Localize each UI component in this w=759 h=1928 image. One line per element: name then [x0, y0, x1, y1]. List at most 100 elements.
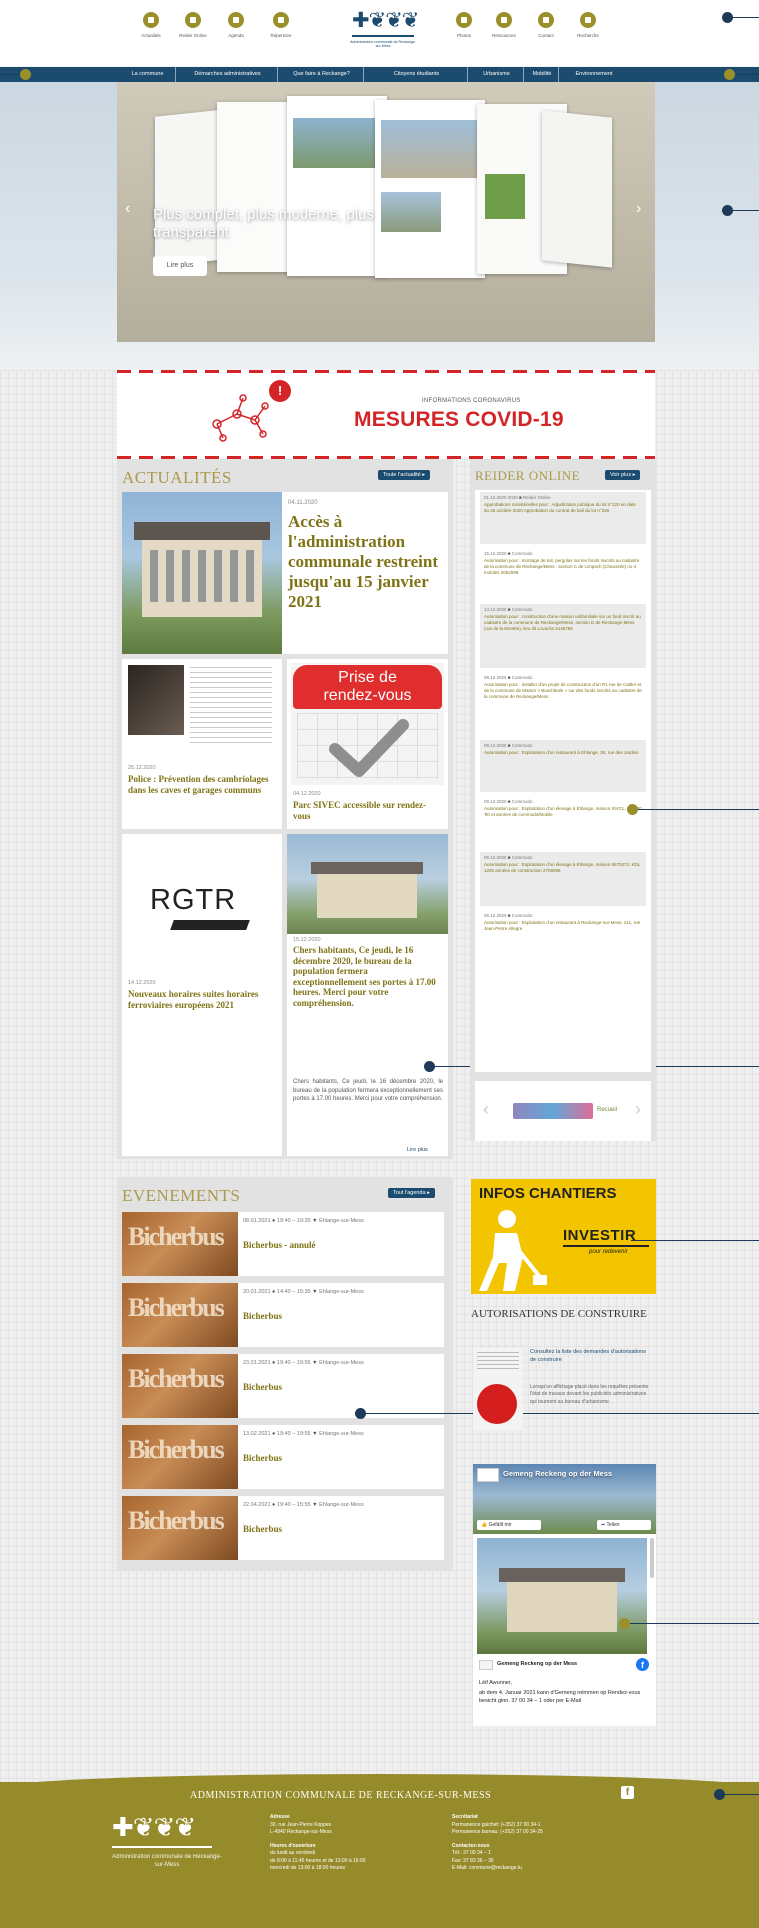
reider-item[interactable]: 06.12.2020 ■ Commodo Autorisation pour : … — [480, 910, 646, 970]
hero-slide: Plus complet, plus moderne, plus transpa… — [117, 82, 655, 342]
covid-kicker: INFORMATIONS CORONAVIRUS — [422, 398, 521, 404]
reider-item[interactable]: 09.12.2020 ■ Commodo Autorisation pour : … — [480, 740, 646, 792]
event-meta: 08.01.2021 ● 19:40 – 19:35 ▼ Ehlange-sur… — [243, 1218, 433, 1226]
reider-item[interactable]: 15.12.2020 ■ Commodo Autorisation pour : … — [480, 548, 646, 600]
reider-item-title[interactable]: Autorisation pour : montage de toit, per… — [484, 558, 642, 576]
header-nav-news[interactable]: Actualités — [135, 12, 167, 48]
news-all-button[interactable]: Toute l'actualité ▸ — [378, 470, 431, 480]
reider-item[interactable]: 09.12.2020 ■ Commodo Autorisation pour : … — [480, 796, 646, 848]
location-pin-icon: ▼ — [310, 1289, 320, 1295]
fb-scrollbar[interactable] — [650, 1538, 654, 1578]
header-nav-search[interactable]: Recherche — [572, 12, 604, 48]
news-card-title[interactable]: Parc SIVEC accessible sur rendez-vous — [293, 800, 443, 822]
nav-item[interactable]: La commune — [120, 67, 176, 82]
location-pin-icon: ▼ — [310, 1431, 320, 1437]
carousel-prev-icon[interactable]: ‹ — [483, 1099, 489, 1120]
event-title[interactable]: Bicherbus — [243, 1382, 282, 1392]
nav-item[interactable]: Que faire à Reckange? — [280, 67, 364, 82]
reider-item-title[interactable]: Autorisation pour : Exploitation d'un re… — [484, 750, 642, 756]
header-nav-reider[interactable]: Reider Online — [177, 12, 209, 48]
partner-carousel[interactable]: ‹ Recueil › — [475, 1081, 651, 1141]
news-featured-date: 04.11.2020 — [288, 500, 318, 506]
nav-item[interactable]: Environnement — [561, 67, 627, 82]
news-card-title[interactable]: Chers habitants, Ce jeudi, le 16 décembr… — [293, 945, 443, 1009]
news-card-title[interactable]: Nouveaux horaires suites horaires ferrov… — [128, 989, 278, 1011]
slider-prev-icon[interactable]: ‹ — [125, 200, 130, 218]
reider-heading: REIDER ONLINE — [475, 468, 581, 483]
autorisations-link[interactable]: Consultez la liste des demandes d'autori… — [530, 1349, 648, 1364]
event-card[interactable]: Bicherbus 22.04.2021 ● 19:40 – 15:55 ▼ Eh… — [122, 1496, 444, 1560]
hero-cta-button[interactable]: Lire plus — [153, 256, 207, 276]
event-card[interactable]: Bicherbus 23.01.2021 ● 19:40 – 19:55 ▼ Eh… — [122, 1354, 444, 1418]
reider-item-category: Commodo — [511, 855, 533, 860]
news-card[interactable]: RGTR 14.12.2020 Nouveaux horaires suites… — [122, 834, 282, 1156]
fb-page-name[interactable]: Gemeng Reckeng op der Mess — [503, 1469, 612, 1478]
rdv-badge-line2: rendez-vous — [323, 687, 412, 704]
fb-like-button[interactable]: 👍 Gefällt mir — [477, 1520, 541, 1530]
header-nav-directory[interactable]: Répertoire — [265, 12, 297, 48]
event-title[interactable]: Bicherbus - annulé — [243, 1240, 316, 1250]
logo-caption: Administration communale de Reckange-sur… — [350, 40, 416, 49]
news-card[interactable]: 25.12.2020 Police : Prévention des cambr… — [122, 659, 282, 829]
reider-item[interactable]: 01.12.2020 2020 ■ Reider Online Approbati… — [480, 492, 646, 544]
covid-banner[interactable]: ! INFORMATIONS CORONAVIRUS MESURES COVID… — [117, 370, 655, 459]
event-title[interactable]: Bicherbus — [243, 1524, 282, 1534]
news-card-title[interactable]: Police : Prévention des cambriolages dan… — [128, 774, 276, 796]
event-title[interactable]: Bicherbus — [243, 1311, 282, 1321]
chantiers-banner[interactable]: INFOS CHANTIERS INVESTIR pour redevenir — [471, 1179, 656, 1294]
annotation-line — [722, 1794, 759, 1795]
nav-item[interactable]: Citoyens étudiants — [366, 67, 468, 82]
header-nav-photo[interactable]: Photos — [448, 12, 480, 48]
contact-icon — [538, 12, 554, 28]
carousel-next-icon[interactable]: › — [635, 1099, 641, 1120]
event-title[interactable]: Bicherbus — [243, 1453, 282, 1463]
nav-item[interactable]: Mobilité — [526, 67, 559, 82]
reider-item-title[interactable]: Autorisation pour : Exploitation d'un él… — [484, 862, 642, 874]
reider-item-title[interactable]: Approbations ministérielles pour : Adjud… — [484, 502, 642, 514]
reider-item-title[interactable]: Autorisation pour : construction d'une m… — [484, 614, 642, 632]
nav-item[interactable]: Urbanisme — [470, 67, 524, 82]
events-all-button[interactable]: Tout l'agenda ▸ — [388, 1188, 435, 1198]
reider-item[interactable]: 06.12.2020 ■ Commodo Autorisation pour : … — [480, 852, 646, 906]
header-nav-contact[interactable]: Contact — [530, 12, 562, 48]
annotation-line — [630, 809, 759, 810]
footer-facebook-icon[interactable]: f — [621, 1786, 634, 1799]
header-nav-resources[interactable]: Ressources — [488, 12, 520, 48]
event-card[interactable]: Bicherbus 13.02.2021 ● 19:40 – 19:55 ▼ Eh… — [122, 1425, 444, 1489]
news-featured-card[interactable]: 04.11.2020 Accès à l'administration comm… — [122, 492, 448, 654]
footer-col1-line: L-4940 Reckange-sur-Mess — [270, 1829, 332, 1835]
reider-item-category: Commodo — [511, 607, 533, 612]
event-card[interactable]: Bicherbus 08.01.2021 ● 19:40 – 19:35 ▼ Eh… — [122, 1212, 444, 1276]
reider-item[interactable]: 09.12.2020 ■ Commodo Autorisation pour : … — [480, 672, 646, 736]
reider-item-title[interactable]: Autorisation pour : Exploitation d'un re… — [484, 920, 642, 932]
reider-item[interactable]: 14.12.2020 ■ Commodo Autorisation pour : … — [480, 604, 646, 668]
header-nav-label: Contact — [538, 33, 554, 38]
reider-all-button[interactable]: Voir plus ▸ — [605, 470, 641, 480]
news-card[interactable]: Prise de rendez-vous 04.12.2020 Parc SIV… — [287, 659, 448, 829]
facebook-widget[interactable]: Gemeng Reckeng op der Mess 👍 Gefällt mir… — [473, 1464, 656, 1726]
footer-logo-symbol-icon: ✚❦❦❦ — [112, 1812, 196, 1842]
event-image: Bicherbus — [122, 1212, 238, 1276]
news-card[interactable]: 15.12.2020 Chers habitants, Ce jeudi, le… — [287, 834, 448, 1156]
annotation-marker — [714, 1789, 725, 1800]
news-card-date: 25.12.2020 — [128, 765, 156, 771]
event-card[interactable]: Bicherbus 20.01.2021 ● 14:40 – 15:35 ▼ Eh… — [122, 1283, 444, 1347]
fb-post-author[interactable]: Gemeng Reckeng op der Mess — [497, 1661, 577, 1667]
facebook-icon[interactable]: f — [636, 1658, 649, 1671]
event-date: 08.01.2021 — [243, 1218, 271, 1224]
header-nav-label: Répertoire — [270, 33, 292, 38]
site-logo[interactable]: ✚❦❦❦ Administration communale de Reckang… — [350, 10, 419, 56]
fb-share-button[interactable]: ➦ Teilen — [597, 1520, 651, 1530]
slider-next-icon[interactable]: › — [636, 200, 641, 218]
footer-col1-line: 30, rue Jean-Pierre Koppes — [270, 1821, 332, 1828]
news-featured-title[interactable]: Accès à l'administration communale restr… — [288, 512, 442, 611]
reider-item-title[interactable]: Autorisation pour : installer d'un proje… — [484, 682, 642, 700]
reider-item-title[interactable]: Autorisation pour : Exploitation d'un él… — [484, 806, 642, 818]
news-card-more-link[interactable]: Lire plus — [407, 1147, 428, 1153]
news-card-body: Chers habitants, Ce jeudi, le 16 décembr… — [293, 1079, 443, 1103]
event-time: 19:40 – 19:55 — [276, 1431, 311, 1437]
nav-item[interactable]: Démarches administratives — [178, 67, 278, 82]
autorisations-image — [473, 1348, 523, 1430]
event-image-logo: Bicherbus — [128, 1364, 225, 1393]
header-nav-calendar[interactable]: Agenda — [220, 12, 252, 48]
